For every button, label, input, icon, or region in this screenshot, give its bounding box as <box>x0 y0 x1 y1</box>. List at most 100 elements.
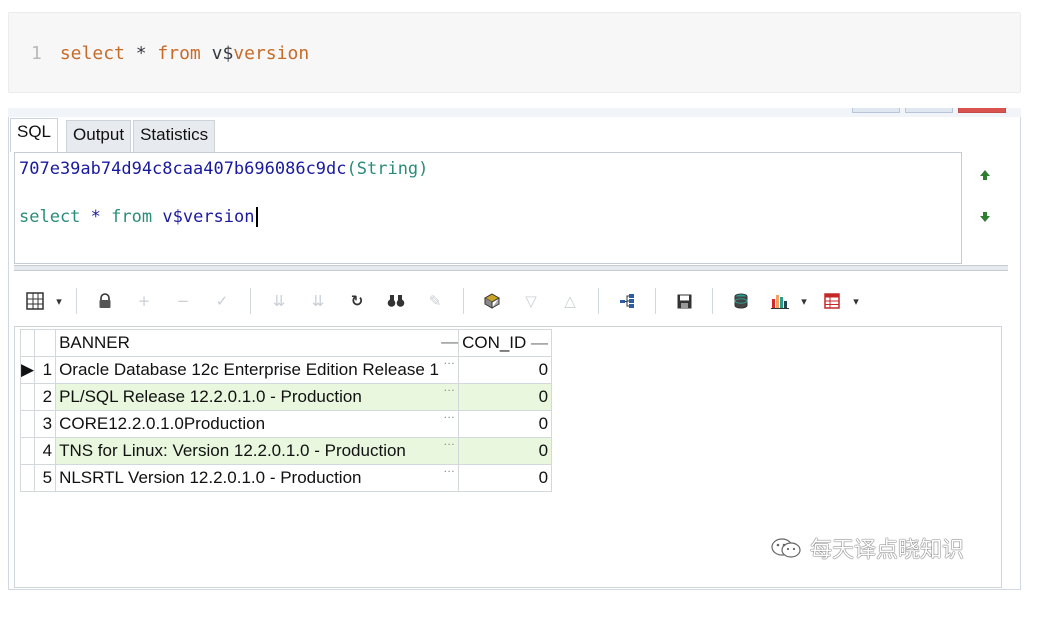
delete-record-icon[interactable]: − <box>172 290 194 312</box>
row-number: 4 <box>34 437 57 465</box>
cell-con-id[interactable]: 0 <box>458 383 553 411</box>
statement-hash: 707e39ab74d94c8caa407b696086c9dc <box>19 159 347 179</box>
cell-con-id[interactable]: 0 <box>458 410 553 438</box>
export-table-icon[interactable] <box>821 290 843 312</box>
table-prefix: v$ <box>211 43 234 64</box>
result-table: BANNER — CON_ID — ▶ 1 Oracle Database 12c… <box>19 329 553 492</box>
editor-content[interactable]: 707e39ab74d94c8caa407b696086c9dc(String)… <box>19 157 428 229</box>
table-row[interactable]: ▶ 1 Oracle Database 12c Enterprise Editi… <box>19 356 553 384</box>
toolbar-separator <box>463 288 464 314</box>
toolbar-separator <box>76 288 77 314</box>
cell-con-id[interactable]: 0 <box>458 464 553 492</box>
add-record-icon[interactable]: + <box>133 290 155 312</box>
chevron-down-icon[interactable]: ▾ <box>797 290 811 312</box>
tab-sql[interactable]: SQL <box>10 118 59 152</box>
cell-con-id[interactable]: 0 <box>458 356 553 384</box>
chart-icon[interactable] <box>769 290 791 312</box>
watermark: 每天译点晓知识 <box>770 532 964 564</box>
toolbar-separator <box>250 288 251 314</box>
text-caret <box>255 207 258 227</box>
tab-output[interactable]: Output <box>66 120 132 152</box>
cell-text: TNS for Linux: Version 12.2.0.1.0 - Prod… <box>59 441 406 460</box>
header-marker-cell <box>19 329 36 357</box>
post-changes-icon[interactable]: ✓ <box>211 290 233 312</box>
sql-star: * <box>90 207 101 227</box>
ellipsis-icon[interactable]: … <box>443 412 455 422</box>
minimize-button[interactable] <box>852 108 900 113</box>
row-marker-cell <box>19 383 36 411</box>
cell-text: NLSRTL Version 12.2.0.1.0 - Production <box>59 468 362 487</box>
save-icon[interactable] <box>673 290 695 312</box>
ellipsis-icon[interactable]: … <box>443 358 455 368</box>
wechat-icon <box>771 538 801 558</box>
grid-view-icon[interactable] <box>24 290 46 312</box>
operator-star: * <box>135 43 147 64</box>
sql-editor[interactable]: 707e39ab74d94c8caa407b696086c9dc(String)… <box>14 152 962 264</box>
database-icon[interactable] <box>730 290 752 312</box>
column-header-label: CON_ID <box>462 333 527 352</box>
chevron-down-icon[interactable]: ▾ <box>52 290 66 312</box>
toolbar-separator <box>655 288 656 314</box>
row-number: 1 <box>34 356 57 384</box>
code-line: 1 select * from v$version <box>31 43 309 64</box>
current-row-marker-icon: ▶ <box>19 356 36 384</box>
keyword-from: from <box>157 43 201 64</box>
pane-splitter[interactable] <box>14 265 1008 271</box>
tab-statistics[interactable]: Statistics <box>133 120 216 152</box>
cell-text: PL/SQL Release 12.2.0.1.0 - Production <box>59 387 362 406</box>
row-number: 2 <box>34 383 57 411</box>
cell-banner[interactable]: PL/SQL Release 12.2.0.1.0 - Production … <box>55 383 460 411</box>
link-tree-icon[interactable] <box>616 290 638 312</box>
find-binoculars-icon[interactable] <box>385 290 407 312</box>
toolbar-separator <box>712 288 713 314</box>
cell-banner[interactable]: NLSRTL Version 12.2.0.1.0 - Production … <box>55 464 460 492</box>
keyword-select: select <box>59 43 125 64</box>
column-header-con-id[interactable]: CON_ID — <box>458 329 553 357</box>
table-row[interactable]: 5 NLSRTL Version 12.2.0.1.0 - Production… <box>19 464 553 492</box>
code-snippet: 1 select * from v$version <box>8 12 1021 93</box>
row-number: 5 <box>34 464 57 492</box>
column-header-banner[interactable]: BANNER — <box>55 329 460 357</box>
ellipsis-icon[interactable]: … <box>443 439 455 449</box>
ellipsis-icon[interactable]: … <box>443 385 455 395</box>
tab-bar: SQL Output Statistics <box>10 118 217 152</box>
row-marker-cell <box>19 437 36 465</box>
filter-up-icon[interactable]: △ <box>559 290 581 312</box>
maximize-button[interactable] <box>905 108 953 113</box>
watermark-text: 每天译点晓知识 <box>810 538 965 563</box>
grid-toolbar: ▾ + − ✓ ⇊ ⇊ ↻ ✎ ▽ △ ▾ ▾ <box>24 285 873 317</box>
sql-table: v$version <box>162 207 255 227</box>
table-row[interactable]: 4 TNS for Linux: Version 12.2.0.1.0 - Pr… <box>19 437 553 465</box>
query-by-example-icon[interactable] <box>481 290 503 312</box>
table-row[interactable]: 3 CORE12.2.0.1.0Production … 0 <box>19 410 553 438</box>
sql-from: from <box>111 207 153 227</box>
line-number: 1 <box>31 43 42 64</box>
row-marker-cell <box>19 464 36 492</box>
fetch-last-icon[interactable]: ⇊ <box>307 290 329 312</box>
chevron-down-icon[interactable]: ▾ <box>849 290 863 312</box>
cell-banner[interactable]: Oracle Database 12c Enterprise Edition R… <box>55 356 460 384</box>
cell-text: Oracle Database 12c Enterprise Edition R… <box>59 360 439 379</box>
close-button[interactable] <box>958 108 1006 113</box>
ellipsis-icon[interactable]: … <box>443 466 455 476</box>
scroll-up-icon[interactable] <box>978 168 992 182</box>
filter-down-icon[interactable]: ▽ <box>520 290 542 312</box>
clear-icon[interactable]: ✎ <box>424 290 446 312</box>
cell-text: CORE12.2.0.1.0Production <box>59 414 266 433</box>
column-header-label: BANNER <box>59 333 130 352</box>
cell-banner[interactable]: CORE12.2.0.1.0Production … <box>55 410 460 438</box>
header-rownum-cell <box>34 329 57 357</box>
grid-header-row: BANNER — CON_ID — <box>19 329 553 357</box>
table-row[interactable]: 2 PL/SQL Release 12.2.0.1.0 - Production… <box>19 383 553 411</box>
scroll-down-icon[interactable] <box>978 210 992 224</box>
lock-icon[interactable] <box>94 290 116 312</box>
cell-banner[interactable]: TNS for Linux: Version 12.2.0.1.0 - Prod… <box>55 437 460 465</box>
cell-con-id[interactable]: 0 <box>458 437 553 465</box>
sql-select: select <box>19 207 81 227</box>
table-name: version <box>233 43 310 64</box>
row-number: 3 <box>34 410 57 438</box>
hash-type: (String) <box>346 159 429 179</box>
refresh-icon[interactable]: ↻ <box>346 290 368 312</box>
fetch-next-icon[interactable]: ⇊ <box>268 290 290 312</box>
toolbar-separator <box>598 288 599 314</box>
